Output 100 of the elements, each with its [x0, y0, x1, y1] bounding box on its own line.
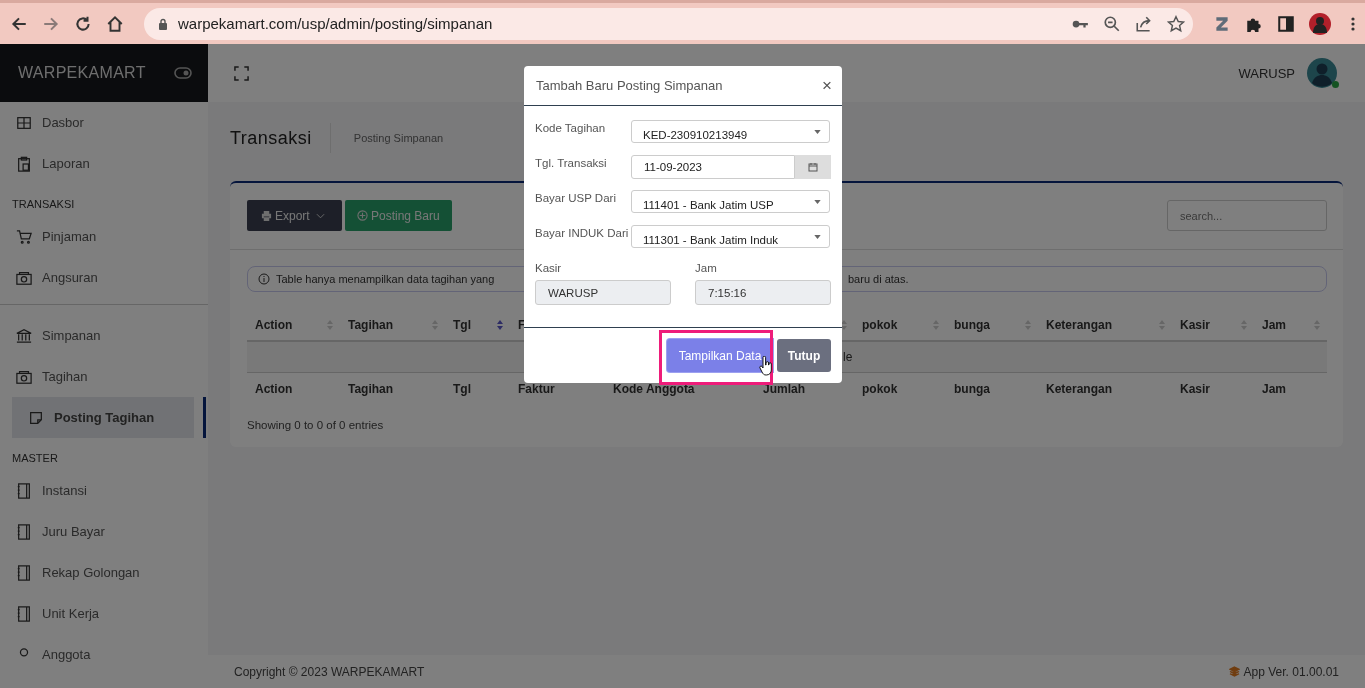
sort-icon	[1024, 319, 1032, 331]
select-field[interactable]: 111401 - Bank Jatim USP	[631, 190, 830, 213]
sidebar-item[interactable]: Dasbor	[0, 102, 208, 143]
sidebar-item[interactable]: Anggota	[0, 634, 208, 675]
column-header[interactable]: bunga	[946, 310, 1038, 340]
select-field[interactable]: KED-230910213949	[631, 120, 830, 143]
column-footer: bunga	[954, 382, 990, 396]
online-dot	[1332, 81, 1339, 88]
field-label: Bayar INDUK Dari	[535, 226, 630, 241]
side-panel-icon[interactable]	[1277, 14, 1295, 33]
printer-icon	[261, 210, 272, 221]
sort-icon	[431, 319, 439, 331]
user-name: WARUSP	[1238, 65, 1295, 81]
sort-icon	[840, 319, 848, 331]
modal-title: Tambah Baru Posting Simpanan	[536, 78, 723, 93]
column-footer: Tagihan	[348, 382, 394, 396]
empty-message: le	[843, 350, 853, 364]
home-icon[interactable]	[106, 14, 124, 33]
section-heading: TRANSAKSI	[11, 197, 76, 212]
sidebar-item[interactable]: Unit Kerja	[0, 593, 208, 634]
field-label: Jam	[695, 262, 718, 274]
book-icon	[16, 482, 32, 499]
sort-icon	[1158, 319, 1166, 331]
sidebar-item[interactable]: Simpanan	[0, 315, 208, 356]
user-avatar[interactable]	[1307, 58, 1337, 88]
address-bar[interactable]: warpekamart.com/usp/admin/posting/simpanan	[144, 7, 1193, 40]
field-label: Bayar USP Dari	[535, 191, 617, 206]
menu-icon[interactable]	[1351, 15, 1355, 32]
app-version: App Ver. 01.00.01	[1243, 664, 1339, 679]
book-icon	[16, 523, 32, 540]
close-button[interactable]: ×	[822, 75, 832, 96]
column-footer: pokok	[862, 382, 898, 396]
column-header[interactable]: Tagihan	[340, 310, 445, 340]
camera-icon	[16, 269, 32, 286]
notice-text: baru di atas.	[848, 273, 909, 285]
export-button[interactable]: Export	[247, 200, 342, 231]
reload-icon[interactable]	[74, 14, 92, 33]
info-icon	[258, 273, 270, 285]
book-icon	[16, 605, 32, 622]
sort-icon	[326, 319, 334, 331]
readonly-field: WARUSP	[535, 280, 671, 305]
bank-icon	[16, 327, 32, 344]
sort-icon	[932, 319, 940, 331]
column-footer: Faktur	[518, 382, 555, 396]
column-header[interactable]: Action	[247, 310, 340, 340]
field-label: Tgl. Transaksi	[535, 156, 608, 171]
book-icon	[16, 564, 32, 581]
column-header[interactable]: Kasir	[1172, 310, 1254, 340]
calendar-icon	[808, 162, 818, 172]
section-heading: MASTER	[11, 451, 59, 466]
dropdown-icon	[814, 200, 821, 204]
column-header[interactable]: Jam	[1254, 310, 1327, 340]
sidebar-item[interactable]: Pinjaman	[0, 216, 208, 257]
date-field[interactable]: 11-09-2023	[631, 155, 795, 179]
grid-icon	[16, 114, 32, 131]
column-header[interactable]: pokok	[854, 310, 946, 340]
notice-text: Table hanya menampilkan data tagihan yang	[276, 273, 496, 285]
lock-icon	[158, 17, 168, 30]
select-field[interactable]: 111301 - Bank Jatim Induk	[631, 225, 830, 248]
close-dialog-button[interactable]: Tutup	[777, 339, 831, 372]
field-label: Kode Tagihan	[535, 121, 607, 136]
clipboard-icon	[16, 155, 32, 172]
entries-info: Showing 0 to 0 of 0 entries	[247, 419, 385, 431]
extension-icon[interactable]	[1213, 14, 1231, 33]
column-footer: Kode Anggota	[613, 382, 695, 396]
search-field[interactable]: search...	[1167, 200, 1327, 231]
sort-icon	[1313, 319, 1321, 331]
layers-icon	[1228, 666, 1240, 677]
sidebar-item[interactable]: Rekap Golongan	[0, 552, 208, 593]
column-footer: Jam	[1262, 382, 1287, 396]
brand-name: WARPEKAMART	[18, 64, 146, 82]
profile-avatar[interactable]	[1309, 12, 1331, 35]
readonly-field: 7:15:16	[695, 280, 831, 305]
fullscreen-icon[interactable]	[234, 65, 249, 81]
copyright: Copyright © 2023 WARPEKAMART	[234, 664, 425, 679]
share-icon[interactable]	[1135, 14, 1153, 33]
column-footer: Keterangan	[1046, 382, 1113, 396]
sidebar-item[interactable]: Instansi	[0, 470, 208, 511]
camera-icon	[16, 368, 32, 385]
toggle-icon[interactable]	[174, 67, 192, 79]
column-header[interactable]: Keterangan	[1038, 310, 1172, 340]
star-icon[interactable]	[1167, 14, 1185, 33]
sort-icon	[1240, 319, 1248, 331]
page-title: Transaksi	[230, 123, 331, 153]
sidebar-item[interactable]: Juru Bayar	[0, 511, 208, 552]
sidebar-item[interactable]: Laporan	[0, 143, 208, 184]
zoom-out-icon[interactable]	[1103, 14, 1121, 33]
column-header[interactable]: Tgl	[445, 310, 510, 340]
cart-icon	[16, 228, 32, 245]
sort-icon	[496, 319, 504, 331]
column-footer: Action	[255, 382, 293, 396]
column-footer: Tgl	[453, 382, 471, 396]
dropdown-icon	[814, 130, 821, 134]
column-footer: Kasir	[1180, 382, 1211, 396]
caret-icon	[315, 212, 325, 219]
sidebar-item[interactable]: Angsuran	[0, 257, 208, 298]
field-label: Kasir	[535, 262, 563, 274]
sidebar-item[interactable]: Tagihan	[0, 356, 208, 397]
show-data-button[interactable]: Tampilkan Data	[667, 339, 773, 372]
plus-circle-icon	[357, 210, 368, 221]
